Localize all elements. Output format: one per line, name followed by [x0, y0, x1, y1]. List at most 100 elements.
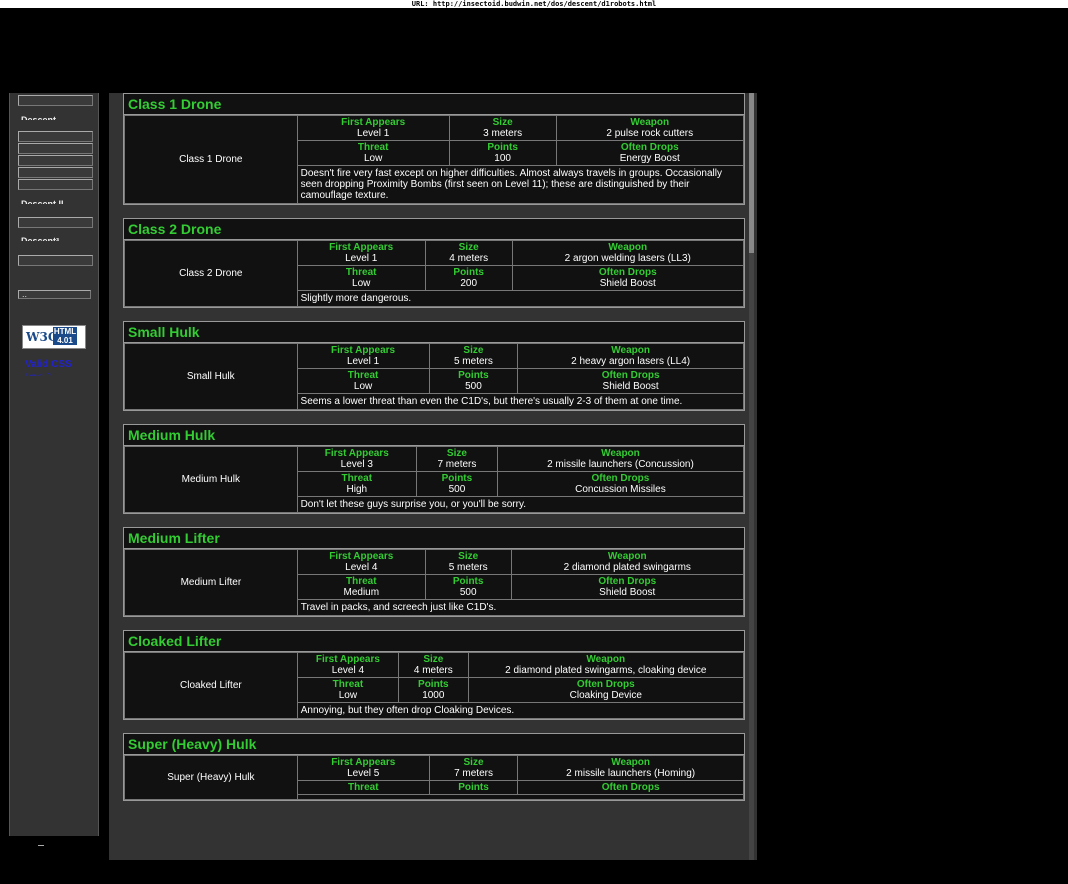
threat-value: Medium: [343, 587, 380, 598]
size-label: Size: [458, 551, 479, 562]
size-value: 3 meters: [483, 128, 523, 139]
robot-stats-table: Small Hulk First Appears Level 1 Size 5 mete…: [124, 343, 745, 410]
often-drops-value: Cloaking Device: [569, 690, 642, 701]
sidebar-nav: Descent Descent II Descent³ .. W3C HTML …: [9, 93, 99, 836]
sidebar-button-d2-1[interactable]: [18, 217, 93, 228]
weapon-label: Weapon: [607, 551, 647, 562]
robot-title: Super (Heavy) Hulk: [124, 734, 744, 755]
size-value: 4 meters: [413, 665, 453, 676]
points-label: Points: [453, 267, 484, 278]
url-bar: URL: http://insectoid.budwin.net/dos/des…: [0, 0, 1068, 8]
often-drops-label: Often Drops: [598, 267, 657, 278]
sidebar-heading-descent2: Descent II: [21, 199, 64, 204]
robot-stats-table: Medium Hulk First Appears Level 3 Size 7 met…: [124, 446, 745, 513]
robot-entry: Cloaked Lifter Cloaked Lifter First Appear…: [123, 630, 745, 720]
points-label: Points: [441, 473, 473, 484]
divider: [38, 845, 44, 846]
robot-name-cell: Small Hulk: [124, 343, 298, 410]
sidebar-button-d1-5[interactable]: [18, 179, 93, 190]
sidebar-button-home[interactable]: [18, 95, 93, 106]
size-label: Size: [463, 757, 484, 768]
scrollbar-thumb[interactable]: [749, 93, 754, 253]
often-drops-label: Often Drops: [591, 473, 650, 484]
weapon-value: 2 missile launchers (Concussion): [547, 459, 694, 470]
often-drops-value: Shield Boost: [602, 381, 659, 392]
weapon-value: 2 diamond plated swingarms: [563, 562, 691, 573]
sidebar-button-up[interactable]: ..: [18, 290, 91, 299]
sidebar-heading-descent3: Descent³: [21, 236, 60, 241]
robot-stats-table: Class 1 Drone First Appears Level 1 Size 3 m…: [124, 115, 745, 204]
points-label: Points: [452, 576, 484, 587]
weapon-value: 2 missile launchers (Homing): [566, 768, 696, 779]
weapon-value: 2 argon welding lasers (LL3): [564, 253, 691, 264]
weapon-label: Weapon: [608, 242, 648, 253]
robot-description: Slightly more dangerous.: [296, 290, 745, 307]
robot-title: Cloaked Lifter: [124, 631, 744, 652]
size-value: 5 meters: [453, 356, 493, 367]
robot-entry: Class 1 Drone Class 1 Drone First Appears L…: [123, 93, 745, 205]
size-value: 4 meters: [449, 253, 489, 264]
first-appears-label: First Appears: [331, 345, 396, 356]
robot-list: Class 1 Drone Class 1 Drone First Appears L…: [123, 93, 745, 814]
robot-entry: Class 2 Drone Class 2 Drone First Appears L…: [123, 218, 745, 308]
robot-title: Medium Hulk: [124, 425, 744, 446]
points-label: Points: [418, 679, 449, 690]
threat-label: Threat: [341, 473, 373, 484]
first-appears-label: First Appears: [341, 117, 406, 128]
robot-name-cell: Medium Lifter: [124, 549, 298, 616]
sidebar-button-d3-1[interactable]: [18, 255, 93, 266]
robot-description: [296, 794, 745, 800]
first-appears-label: First Appears: [315, 654, 380, 665]
robot-name-cell: Cloaked Lifter: [124, 652, 298, 719]
sidebar-button-d1-2[interactable]: [18, 143, 93, 154]
w3c-html-badge[interactable]: W3C HTML 4.01: [22, 325, 86, 349]
often-drops-label: Often Drops: [620, 142, 679, 153]
robot-entry: Medium Hulk Medium Hulk First Appears Level…: [123, 424, 745, 514]
robot-description: Seems a lower threat than even the C1D's…: [296, 393, 745, 410]
size-label: Size: [446, 448, 467, 459]
sidebar-heading-descent: Descent: [21, 115, 57, 120]
size-value: 7 meters: [437, 459, 477, 470]
weapon-value: 2 heavy argon lasers (LL4): [571, 356, 691, 367]
threat-label: Threat: [332, 679, 364, 690]
threat-label: Threat: [347, 370, 379, 381]
first-appears-value: Level 3: [340, 459, 373, 470]
points-value: 500: [448, 484, 466, 495]
points-label: Points: [487, 142, 518, 153]
often-drops-label: Often Drops: [576, 679, 635, 690]
weapon-value: 2 diamond plated swingarms, cloaking dev…: [505, 665, 707, 676]
threat-value: Low: [363, 153, 383, 164]
robot-title: Medium Lifter: [124, 528, 744, 549]
points-value: 1000: [422, 690, 445, 701]
html-version-text: HTML 4.01: [53, 327, 77, 345]
robot-stats-table: Class 2 Drone First Appears Level 1 Size 4 m…: [124, 240, 745, 307]
often-drops-value: Energy Boost: [619, 153, 680, 164]
often-drops-label: Often Drops: [598, 576, 657, 587]
often-drops-label: Often Drops: [601, 370, 660, 381]
often-drops-value: Shield Boost: [599, 278, 656, 289]
robot-entry: Super (Heavy) Hulk Super (Heavy) Hulk Firs…: [123, 733, 745, 801]
first-appears-value: Level 4: [331, 665, 365, 676]
first-appears-value: Level 5: [347, 768, 380, 779]
threat-value: Low: [352, 278, 371, 289]
sidebar-button-d1-4[interactable]: [18, 167, 93, 178]
first-appears-label: First Appears: [331, 757, 396, 768]
valid-css-link[interactable]: Valid CSS: [25, 359, 72, 370]
size-label: Size: [463, 345, 484, 356]
points-value: 100: [494, 153, 511, 164]
robot-description: Annoying, but they often drop Cloaking D…: [296, 702, 745, 719]
threat-value: High: [346, 484, 368, 495]
points-label: Points: [458, 782, 489, 793]
first-appears-value: Level 1: [346, 356, 380, 367]
robot-name-cell: Class 2 Drone: [124, 240, 298, 307]
first-appears-label: First Appears: [329, 551, 394, 562]
robot-description: Don't let these guys surprise you, or yo…: [296, 496, 745, 513]
weapon-label: Weapon: [611, 757, 650, 768]
sidebar-button-d1-1[interactable]: [18, 131, 93, 142]
scrollbar[interactable]: [749, 93, 754, 860]
weapon-label: Weapon: [586, 654, 626, 665]
threat-value: Low: [338, 690, 358, 701]
first-appears-value: Level 4: [345, 562, 378, 573]
valid-css-level: Level 2: [25, 372, 51, 376]
sidebar-button-d1-3[interactable]: [18, 155, 93, 166]
